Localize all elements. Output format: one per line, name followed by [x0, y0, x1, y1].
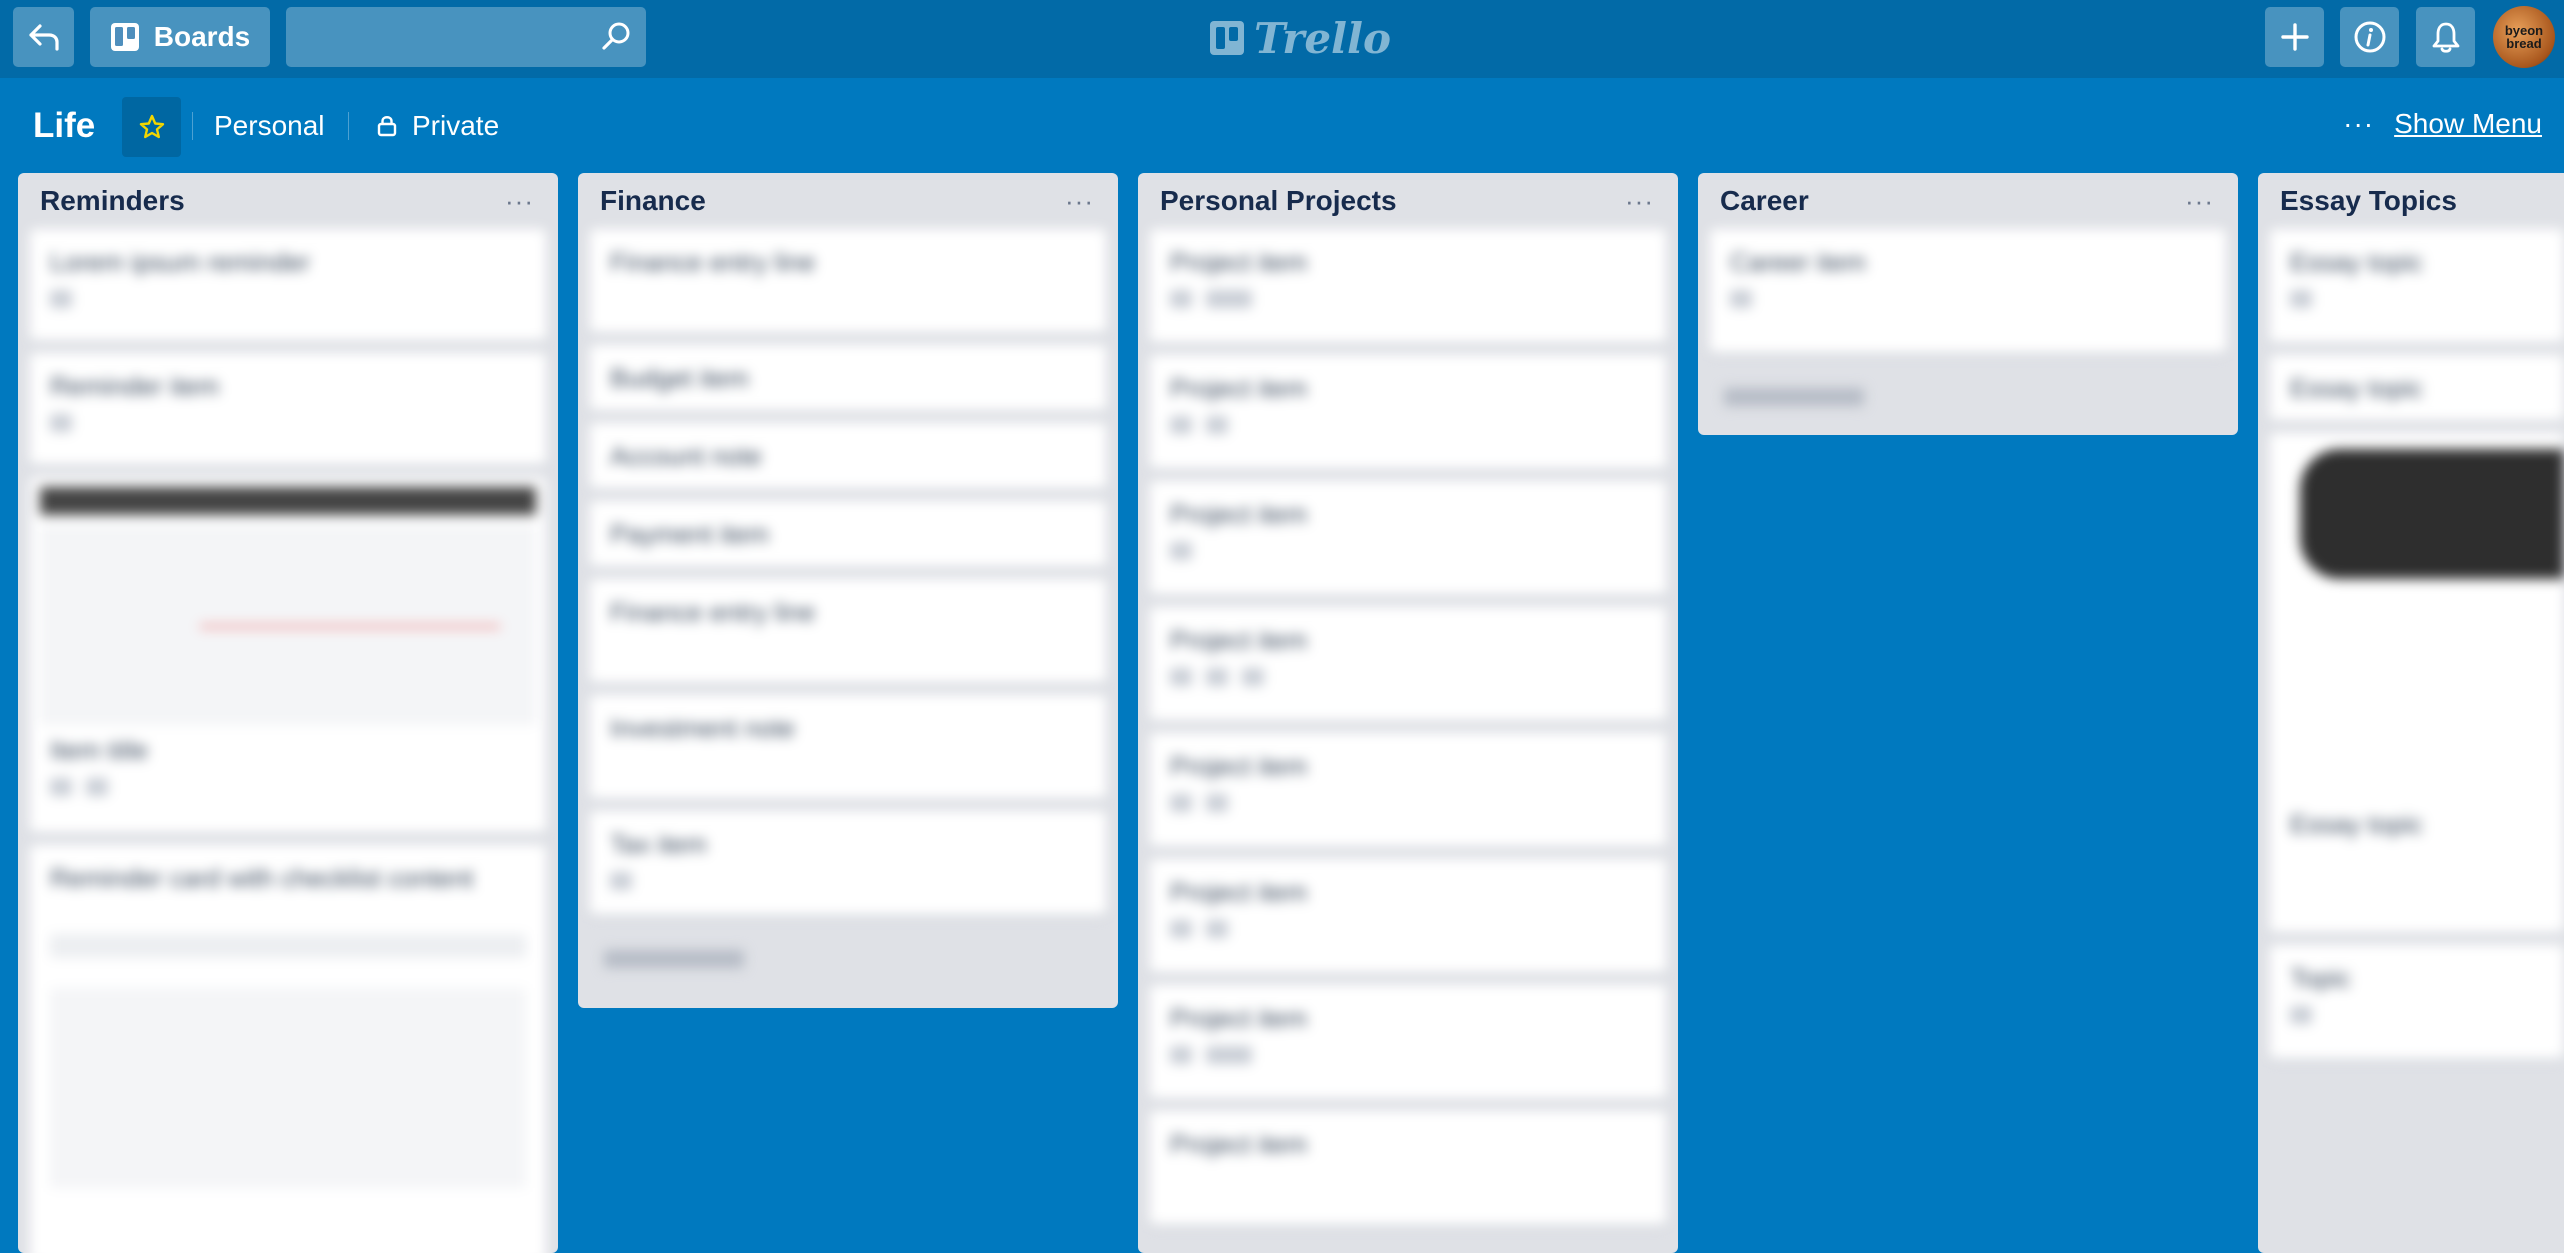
list-item[interactable]: Topic — [2270, 945, 2564, 1059]
show-menu-link[interactable]: Show Menu — [2394, 108, 2542, 140]
list-menu-icon[interactable]: ··· — [505, 186, 534, 217]
list-essay-topics[interactable]: Essay Topics Essay topic Essay topic Ess… — [2258, 173, 2564, 1253]
add-card-button[interactable] — [1710, 365, 2226, 429]
boards-button[interactable]: Boards — [90, 7, 270, 67]
list-header: Career ··· — [1698, 173, 2238, 229]
logo-text: Trello — [1254, 13, 1391, 63]
divider — [192, 112, 193, 140]
list-item[interactable]: Reminder item — [30, 353, 546, 465]
card-list: Lorem ipsum reminder Reminder item Item … — [18, 229, 558, 1253]
list-item[interactable]: Project item — [1150, 229, 1666, 343]
list-menu-icon[interactable]: ··· — [2185, 186, 2214, 217]
list-item[interactable]: Essay topic — [2270, 355, 2564, 421]
star-button[interactable] — [122, 97, 181, 157]
list-item[interactable]: Project item — [1150, 481, 1666, 595]
list-finance[interactable]: Finance ··· Finance entry line Budget it… — [578, 173, 1118, 1008]
list-item[interactable]: Investment note — [590, 695, 1106, 799]
visibility-label: Private — [412, 110, 500, 141]
list-item[interactable]: Project item — [1150, 607, 1666, 721]
list-item[interactable]: Reminder card with checklist content — [30, 845, 546, 1253]
lock-icon — [377, 116, 397, 137]
list-item[interactable]: Project item — [1150, 355, 1666, 469]
list-item[interactable]: Project item — [1150, 859, 1666, 973]
list-item[interactable]: Career item — [1710, 229, 2226, 353]
list-item[interactable]: Account note — [590, 423, 1106, 489]
more-icon: ··· — [2343, 108, 2375, 139]
list-reminders[interactable]: Reminders ··· Lorem ipsum reminder Remin… — [18, 173, 558, 1253]
list-title[interactable]: Career — [1720, 185, 1809, 217]
list-menu-icon[interactable]: ··· — [1065, 186, 1094, 217]
list-title[interactable]: Reminders — [40, 185, 185, 217]
list-personal-projects[interactable]: Personal Projects ··· Project item Proje… — [1138, 173, 1678, 1253]
bell-icon — [2432, 22, 2459, 53]
list-item[interactable]: Project item — [1150, 985, 1666, 1099]
list-item[interactable]: Finance entry line — [590, 579, 1106, 683]
list-item[interactable]: Essay topic — [2270, 229, 2564, 343]
team-button[interactable]: Personal — [214, 110, 325, 142]
list-title[interactable]: Personal Projects — [1160, 185, 1397, 217]
boards-icon — [110, 23, 139, 51]
create-button[interactable] — [2265, 7, 2324, 67]
list-menu-icon[interactable]: ··· — [1625, 186, 1654, 217]
list-item[interactable]: Item title — [30, 477, 546, 833]
card-list: Project item Project item Project item P… — [1138, 229, 1678, 1225]
list-title[interactable]: Essay Topics — [2280, 185, 2457, 217]
trello-logo[interactable]: Trello — [1210, 12, 1391, 64]
search-icon — [602, 22, 630, 50]
star-icon — [139, 114, 164, 139]
card-list: Career item — [1698, 229, 2238, 353]
add-card-button[interactable] — [590, 927, 1106, 991]
plus-icon — [2280, 23, 2309, 51]
list-header: Finance ··· — [578, 173, 1118, 229]
list-title[interactable]: Finance — [600, 185, 706, 217]
board-title[interactable]: Life — [33, 106, 95, 146]
list-header: Essay Topics — [2258, 173, 2564, 229]
list-item[interactable]: Project item — [1150, 1111, 1666, 1225]
top-header: Boards Trello byeon bread — [0, 0, 2564, 78]
list-career[interactable]: Career ··· Career item — [1698, 173, 2238, 435]
avatar-text-2: bread — [2506, 36, 2542, 51]
back-button[interactable] — [13, 7, 74, 67]
card-list: Essay topic Essay topic Essay topic Topi… — [2258, 229, 2564, 1059]
info-icon — [2354, 21, 2385, 53]
list-item[interactable]: Tax item — [590, 811, 1106, 915]
list-item[interactable]: Project item — [1150, 733, 1666, 847]
list-item[interactable]: Payment item — [590, 501, 1106, 567]
list-item[interactable]: Essay topic — [2270, 433, 2564, 933]
visibility-button[interactable]: Private — [376, 110, 499, 142]
search-input[interactable] — [286, 7, 646, 67]
card-list: Finance entry line Budget item Account n… — [578, 229, 1118, 915]
boards-label: Boards — [153, 21, 251, 52]
trello-logo-icon — [1210, 21, 1244, 55]
avatar[interactable]: byeon bread — [2493, 6, 2555, 68]
list-item[interactable]: Budget item — [590, 345, 1106, 411]
list-item[interactable]: Lorem ipsum reminder — [30, 229, 546, 341]
list-header: Reminders ··· — [18, 173, 558, 229]
info-button[interactable] — [2340, 7, 2399, 67]
notifications-button[interactable] — [2416, 7, 2475, 67]
list-header: Personal Projects ··· — [1138, 173, 1678, 229]
list-item[interactable]: Finance entry line — [590, 229, 1106, 333]
back-arrow-icon — [28, 24, 59, 51]
show-menu[interactable]: ··· Show Menu — [2343, 108, 2542, 140]
divider — [348, 112, 349, 140]
